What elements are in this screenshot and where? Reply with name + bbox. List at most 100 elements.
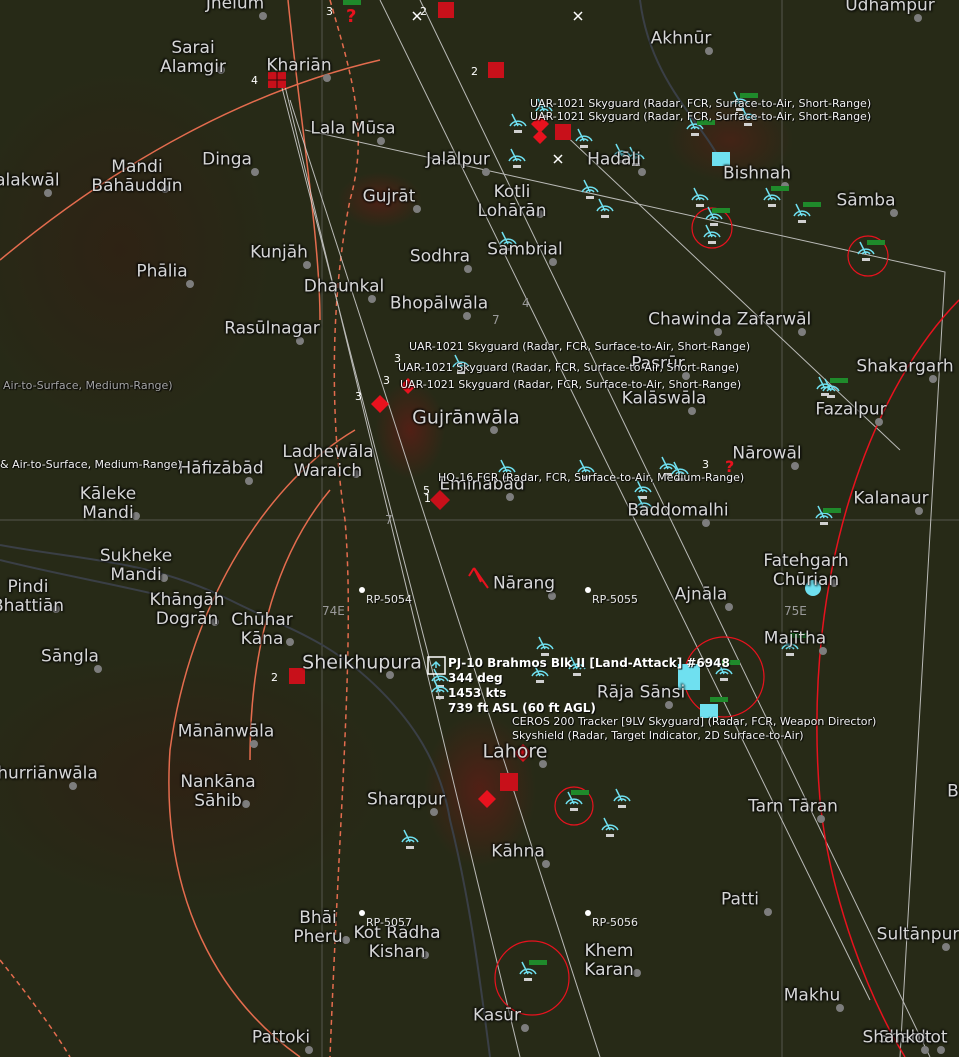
town-label: Fatehgarh Chūrian <box>763 551 849 590</box>
town-label: Jhurriānwāla <box>0 763 98 784</box>
status-bar <box>710 697 728 702</box>
radar-dish-icon[interactable] <box>575 128 593 148</box>
group-count: 3 <box>394 352 401 365</box>
status-bar <box>571 790 589 795</box>
town-label: Kāleke Mandi <box>79 484 137 523</box>
group-count: 3 <box>383 374 390 387</box>
town-dot <box>521 1024 529 1032</box>
town-label: Shakargarh <box>856 356 954 377</box>
town-label: Kalanaur <box>853 488 929 509</box>
town-dot <box>342 936 350 944</box>
town-label: Malakwāl <box>0 170 60 191</box>
town-label: Pattoki <box>251 1027 311 1048</box>
town-label: Phālia <box>136 261 188 282</box>
town-label: Sultānpur <box>876 924 959 945</box>
town-label: Fazalpur <box>815 399 887 420</box>
town-label: Kot Rādha Kishan <box>353 923 441 962</box>
radar-dish-icon[interactable] <box>509 113 527 133</box>
radar-dish-icon[interactable] <box>508 148 526 168</box>
group-count: 2 <box>420 5 427 18</box>
radar-dish-icon[interactable] <box>613 788 631 808</box>
town-label: Shahkot <box>862 1027 932 1048</box>
selected-track-symbol <box>427 656 446 675</box>
town-label: Gujrānwāla <box>412 406 520 429</box>
group-count: 3 <box>702 458 709 471</box>
grid-label: 74E <box>322 604 345 618</box>
radar-dish-icon[interactable] <box>431 679 449 699</box>
status-bar <box>529 960 547 965</box>
town-label: Bhopālwāla <box>389 293 489 314</box>
town-label: Jalālpur <box>426 149 490 170</box>
group-count: 3 <box>326 5 333 18</box>
status-bar <box>712 208 730 213</box>
group-count: 1 <box>424 492 431 505</box>
town-label: Ladhewāla Waraich <box>282 442 374 481</box>
status-bar <box>830 378 848 383</box>
town-label: Chūhar Kāna <box>231 610 293 649</box>
town-label: Hadāli <box>587 149 641 170</box>
town-label: Pindi Bhattiān <box>0 577 65 616</box>
status-bar <box>803 202 821 207</box>
track-name[interactable]: PJ-10 Brahmos Blk II [Land-Attack] #6948 <box>448 656 730 671</box>
radar-dish-icon[interactable] <box>581 179 599 199</box>
radar-dish-icon[interactable] <box>596 198 614 218</box>
town-dot <box>251 168 259 176</box>
town-label: Baddomalhi <box>627 500 729 521</box>
group-count: 2 <box>471 65 478 78</box>
reference-point[interactable]: RP-5056 <box>592 916 638 929</box>
town-label: Sukheke Mandi <box>99 546 173 585</box>
town-label: Majītha <box>763 628 827 649</box>
town-label: Makhu <box>783 985 841 1006</box>
status-bar <box>823 508 841 513</box>
svg-text:?: ? <box>346 6 356 27</box>
town-label: Sheikhupura <box>302 651 422 674</box>
unit-label-ceros: CEROS 200 Tracker [9LV Skyguard] (Radar,… <box>512 715 877 728</box>
reference-point[interactable]: RP-5055 <box>592 593 638 606</box>
status-bar <box>771 186 789 191</box>
town-label: Bishnah <box>723 163 791 184</box>
radar-dish-icon[interactable] <box>536 636 554 656</box>
town-label: Rāja Sānsi <box>596 682 686 703</box>
town-label: Udhampur <box>845 0 935 16</box>
town-label: Lala Mūsa <box>310 118 396 139</box>
town-label: Nankāna Sāhib <box>180 772 256 811</box>
town-label: Sarai Alamgir <box>160 38 226 77</box>
grid-label: 7 <box>385 513 393 527</box>
unit-label-skyguard-2: UAR-1021 Skyguard (Radar, FCR, Surface-t… <box>530 110 872 123</box>
tactical-map[interactable]: ? ? Jhelum Udhampur Sarai Alamgir Khariā… <box>0 0 959 1057</box>
track-heading: 344 deg <box>448 671 503 685</box>
town-label: Nārowāl <box>732 443 802 464</box>
unit-label-skyguard-4: UAR-1021 Skyguard (Radar, FCR, Surface-t… <box>398 361 740 374</box>
radar-dish-icon[interactable] <box>401 829 419 849</box>
town-label: Sodhra <box>409 246 471 267</box>
town-label: Khem Karan <box>584 941 634 980</box>
unit-label-skyguard-3: UAR-1021 Skyguard (Radar, FCR, Surface-t… <box>409 340 751 353</box>
town-label: Patti <box>721 889 759 910</box>
town-label: Gujrāt <box>362 186 416 207</box>
town-label: Sharqpur <box>366 789 446 810</box>
group-count: 2 <box>271 671 278 684</box>
town-label: Jhelum <box>205 0 265 14</box>
radar-dish-icon[interactable] <box>691 187 709 207</box>
unit-label-hq16: HQ-16 FCR (Radar, FCR, Surface-to-Air, M… <box>438 471 745 484</box>
radar-dish-icon[interactable] <box>601 817 619 837</box>
town-label: Nārang <box>492 573 556 594</box>
town-label: Kasūr <box>473 1005 521 1026</box>
town-label: Sāmba <box>836 190 896 211</box>
radar-dish-icon[interactable] <box>703 224 721 244</box>
group-count: 4 <box>251 74 258 87</box>
town-label: Sāngla <box>41 646 99 667</box>
grid-label: 75E <box>784 604 807 618</box>
town-label: Chawinda <box>648 309 732 330</box>
unit-label-skyshield: Skyshield (Radar, Target Indicator, 2D S… <box>512 729 804 742</box>
reference-point[interactable]: RP-5054 <box>366 593 412 606</box>
town-label: Kalāswāla <box>621 388 707 409</box>
town-label: B <box>947 781 959 802</box>
track-altitude: 739 ft ASL (60 ft AGL) <box>448 701 596 715</box>
track-speed: 1453 kts <box>448 686 507 700</box>
town-label: Lahore <box>482 740 548 763</box>
reference-point[interactable]: RP-5057 <box>366 916 412 929</box>
town-label: Kunjāh <box>250 242 308 263</box>
town-label: Sambrial <box>487 239 563 260</box>
reference-point-markers <box>359 587 591 916</box>
